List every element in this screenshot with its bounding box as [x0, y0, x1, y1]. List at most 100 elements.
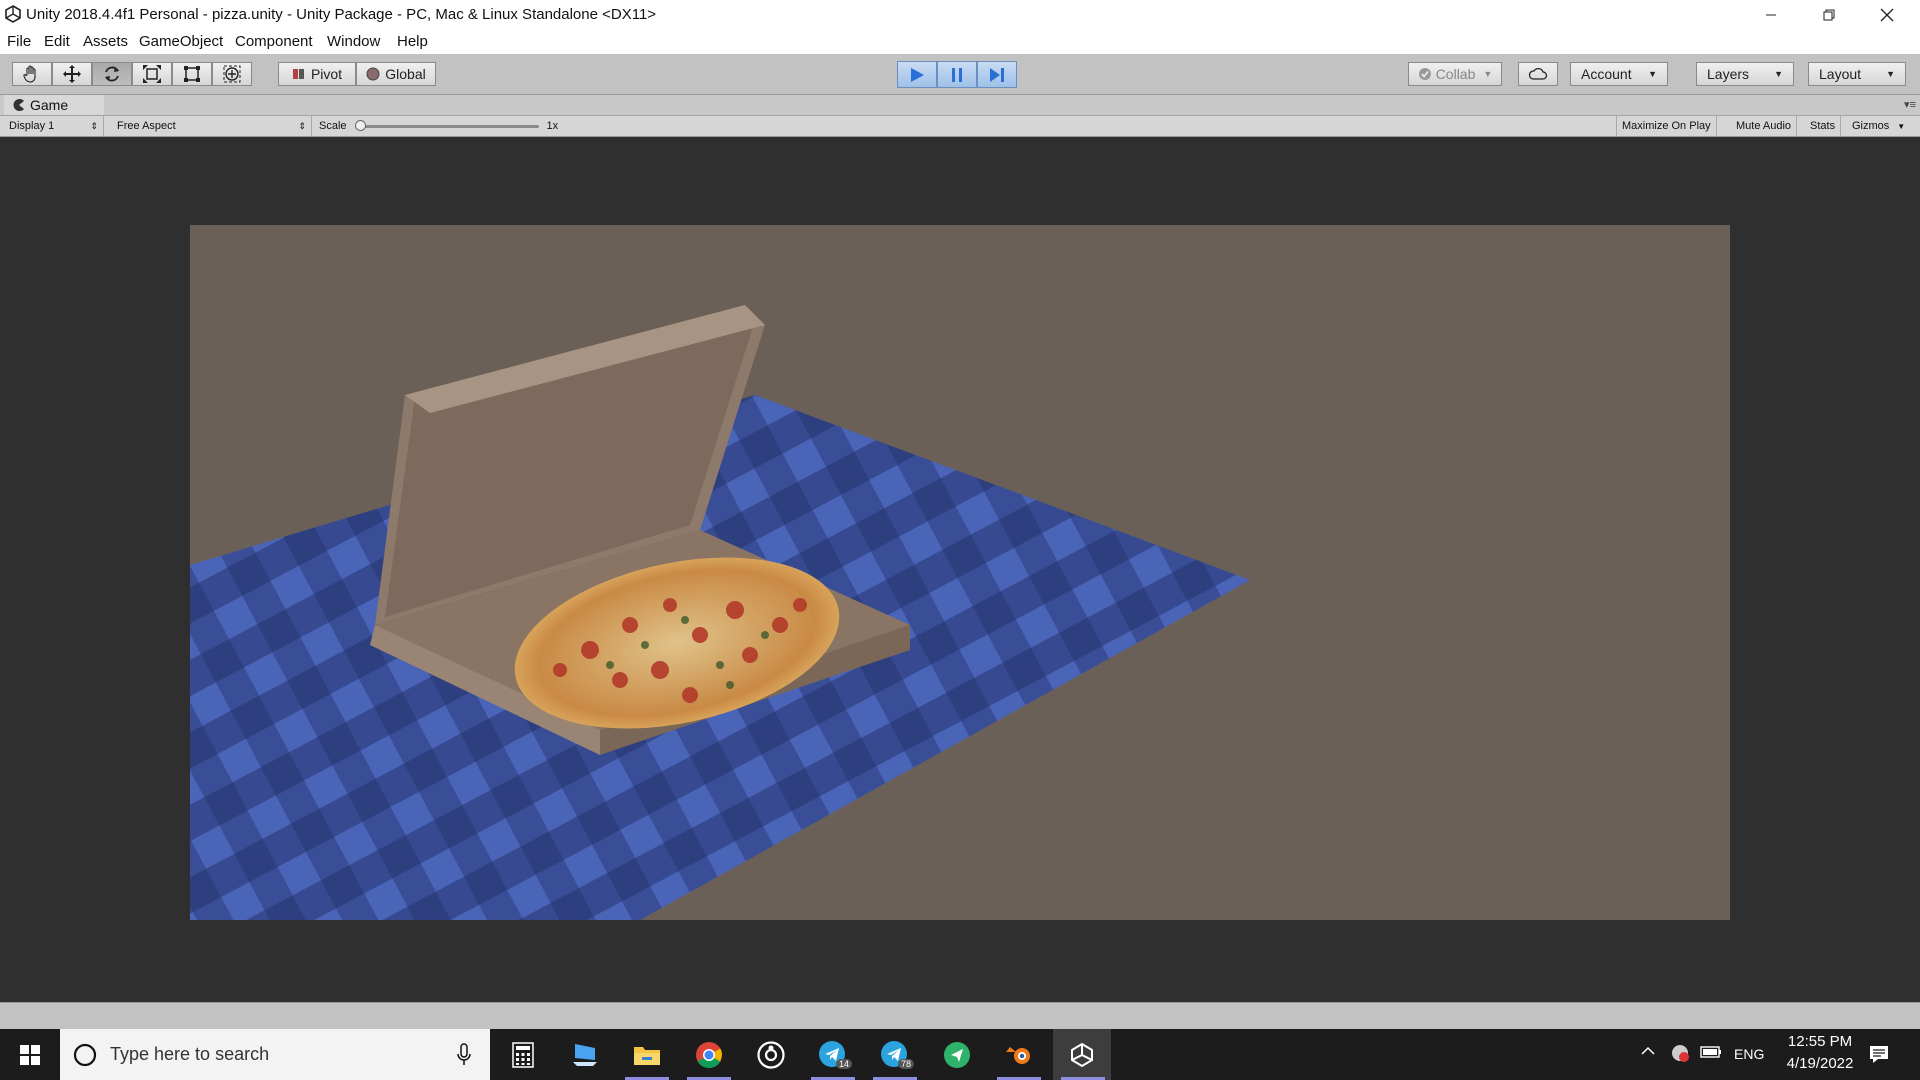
- menu-assets[interactable]: Assets: [83, 33, 128, 50]
- clock-time: 12:55 PM: [1787, 1033, 1853, 1050]
- menu-window[interactable]: Window: [327, 33, 380, 50]
- stats-toggle[interactable]: Stats: [1805, 116, 1842, 136]
- chevron-down-icon: ▼: [1483, 69, 1493, 79]
- pacman-icon: [13, 99, 24, 111]
- minimize-icon: [1766, 14, 1776, 16]
- telegram-2-app[interactable]: 78: [865, 1029, 925, 1080]
- menu-file[interactable]: File: [7, 33, 31, 50]
- main-toolbar: Pivot Global Collab ▼ Account ▼ Layers ▼…: [0, 54, 1920, 95]
- restore-button[interactable]: [1800, 0, 1858, 30]
- aspect-dropdown[interactable]: Free Aspect ⇕: [112, 116, 312, 136]
- global-toggle[interactable]: Global: [356, 62, 436, 86]
- menu-component[interactable]: Component: [235, 33, 313, 50]
- maximize-label: Maximize On Play: [1622, 120, 1711, 132]
- aspect-label: Free Aspect: [117, 120, 176, 132]
- close-button[interactable]: [1858, 0, 1916, 30]
- display-dropdown[interactable]: Display 1 ⇕: [4, 116, 104, 136]
- game-tab-bar: Game ▾≡: [0, 95, 1920, 116]
- tab-game[interactable]: Game: [4, 95, 104, 115]
- restore-icon: [1823, 9, 1835, 21]
- menu-bar: File Edit Assets GameObject Component Wi…: [0, 30, 1920, 55]
- battery-icon[interactable]: [1700, 1045, 1722, 1064]
- stats-label: Stats: [1810, 120, 1836, 132]
- calculator-app[interactable]: [493, 1029, 553, 1080]
- unity-app[interactable]: [1053, 1029, 1111, 1080]
- chrome-app[interactable]: [679, 1029, 739, 1080]
- collab-dropdown[interactable]: Collab ▼: [1408, 62, 1502, 86]
- scene-graphic: [190, 305, 1250, 920]
- menu-help[interactable]: Help: [397, 33, 428, 50]
- scale-icon: [143, 65, 161, 83]
- clock[interactable]: 12:55 PM 4/19/2022: [1770, 1031, 1870, 1075]
- gizmos-dropdown[interactable]: Gizmos ▼: [1847, 116, 1920, 136]
- obs-app[interactable]: [741, 1029, 801, 1080]
- display-label: Display 1: [9, 120, 55, 132]
- check-circle-icon: [1418, 68, 1431, 80]
- layers-dropdown[interactable]: Layers ▼: [1696, 62, 1794, 86]
- menu-edit[interactable]: Edit: [44, 33, 70, 50]
- gizmos-label: Gizmos: [1852, 120, 1890, 132]
- move-tool-button[interactable]: [52, 62, 92, 86]
- language-indicator[interactable]: ENG: [1734, 1046, 1764, 1062]
- hand-tool-button[interactable]: [12, 62, 52, 86]
- pc-app[interactable]: [555, 1029, 615, 1080]
- paper-plane-icon: [944, 1041, 970, 1068]
- transform-tool-button[interactable]: [212, 62, 252, 86]
- chevron-down-icon: ▼: [1774, 69, 1783, 79]
- rect-icon: [184, 66, 200, 82]
- calculator-icon: [512, 1041, 534, 1068]
- step-button[interactable]: [977, 61, 1017, 88]
- computer-icon: [573, 1043, 597, 1066]
- play-button[interactable]: [897, 61, 937, 88]
- game-render[interactable]: [190, 225, 1730, 920]
- telegram-app[interactable]: 14: [803, 1029, 863, 1080]
- layout-dropdown[interactable]: Layout ▼: [1808, 62, 1906, 86]
- move-icon: [63, 65, 81, 83]
- taskbar: Type here to search 14 78 ENG 12:55 PM 4…: [0, 1029, 1920, 1080]
- scale-slider[interactable]: [354, 120, 539, 132]
- clock-date: 4/19/2022: [1786, 1055, 1854, 1072]
- updown-icon: ⇕: [298, 120, 306, 131]
- file-explorer-app[interactable]: [617, 1029, 677, 1080]
- globe-icon: [366, 67, 380, 81]
- blender-icon: [1006, 1046, 1030, 1064]
- scale-control: Scale 1x: [314, 116, 574, 136]
- scale-label: Scale: [319, 120, 347, 132]
- tab-menu-icon[interactable]: ▾≡: [1904, 98, 1916, 111]
- scale-tool-button[interactable]: [132, 62, 172, 86]
- network-icon[interactable]: [1670, 1043, 1690, 1068]
- obs-icon: [757, 1040, 785, 1069]
- account-label: Account: [1581, 66, 1632, 82]
- search-placeholder: Type here to search: [110, 1044, 270, 1064]
- minimize-button[interactable]: [1742, 0, 1800, 30]
- unity-logo-icon: [5, 5, 21, 23]
- maximize-on-play-toggle[interactable]: Maximize On Play: [1616, 116, 1717, 136]
- green-app[interactable]: [927, 1029, 987, 1080]
- menu-gameobject[interactable]: GameObject: [139, 33, 223, 50]
- unity-icon: [1071, 1042, 1093, 1067]
- cloud-button[interactable]: [1518, 62, 1558, 86]
- blender-app[interactable]: [989, 1029, 1049, 1080]
- hand-icon: [23, 65, 36, 83]
- pause-button[interactable]: [937, 61, 977, 88]
- window-title: Unity 2018.4.4f1 Personal - pizza.unity …: [26, 6, 657, 23]
- account-dropdown[interactable]: Account ▼: [1570, 62, 1668, 86]
- slider-thumb[interactable]: [354, 120, 366, 131]
- layers-label: Layers: [1707, 66, 1750, 82]
- search-box[interactable]: Type here to search: [60, 1029, 490, 1080]
- notification-button[interactable]: [1868, 1043, 1890, 1070]
- mute-audio-toggle[interactable]: Mute Audio: [1731, 116, 1798, 136]
- start-button[interactable]: [0, 1029, 60, 1080]
- pivot-toggle[interactable]: Pivot: [278, 62, 356, 86]
- telegram2-badge: 78: [898, 1059, 915, 1069]
- folder-icon: [634, 1046, 660, 1065]
- rotate-tool-button[interactable]: [92, 62, 132, 86]
- layout-label: Layout: [1819, 66, 1862, 82]
- game-view-toolbar: Display 1 ⇕ Free Aspect ⇕ Scale 1x Maxim…: [0, 116, 1920, 137]
- mute-label: Mute Audio: [1736, 120, 1792, 132]
- microphone-icon[interactable]: [456, 1043, 472, 1067]
- pause-icon: [952, 67, 962, 82]
- rect-tool-button[interactable]: [172, 62, 212, 86]
- tray-chevron-icon[interactable]: [1640, 1043, 1656, 1064]
- play-icon: [911, 67, 924, 82]
